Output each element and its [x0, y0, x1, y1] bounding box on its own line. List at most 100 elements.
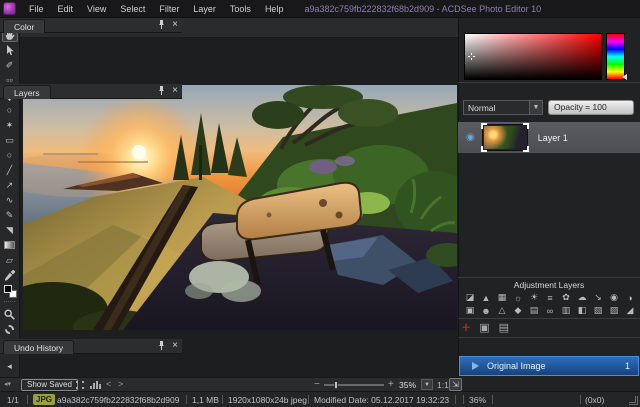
add-layer-button[interactable]: + — [462, 320, 470, 334]
adjustment-layers-title: Adjustment Layers — [513, 280, 585, 290]
adjustment-blur-icon[interactable]: ◆ — [510, 304, 526, 317]
zoom-percent[interactable]: 35% — [399, 380, 416, 390]
arrow-tool[interactable]: ↗ — [2, 178, 18, 192]
menu-view[interactable]: View — [80, 2, 113, 16]
pencil-tool[interactable]: ✎ — [2, 208, 18, 222]
adjustment-split-tone-icon[interactable]: ◑ — [622, 291, 638, 304]
tab-layers[interactable]: Layers — [3, 85, 51, 99]
adjustment-color-eq-icon[interactable]: ≡ — [542, 291, 558, 304]
eyedropper-tool[interactable] — [2, 268, 18, 282]
menu-layer[interactable]: Layer — [186, 2, 223, 16]
color-swatches[interactable] — [2, 283, 18, 299]
menu-file[interactable]: File — [22, 2, 51, 16]
magic-wand-tool[interactable]: ✶ — [2, 118, 18, 132]
adjustment-sharpen-icon[interactable]: △ — [494, 304, 510, 317]
undo-panel-header: Undo History × — [0, 339, 182, 354]
zoom-slider[interactable] — [324, 381, 384, 389]
collapse-arrows-2[interactable]: ◂ — [2, 359, 18, 373]
adjustment-detail-icon[interactable]: ▥ — [558, 304, 574, 317]
pin-icon[interactable] — [158, 86, 165, 96]
menu-help[interactable]: Help — [258, 2, 291, 16]
adjustment-white-balance-icon[interactable]: ☼ — [510, 291, 526, 304]
close-icon[interactable]: × — [172, 341, 178, 351]
camera-icon[interactable]: ▤ — [499, 321, 509, 334]
fit-image-button[interactable]: ⇲ — [449, 378, 462, 391]
adjustment-icon-row-2: ▣ ☻ △ ◆ ▤ ∞ ▥ ◧ ▧ ▨ ◢ — [462, 304, 638, 317]
pin-icon[interactable] — [158, 20, 165, 30]
color-cursor — [468, 53, 475, 60]
pin-icon[interactable] — [158, 341, 165, 351]
menu-edit[interactable]: Edit — [51, 2, 81, 16]
tab-undo-history[interactable]: Undo History — [3, 340, 75, 354]
adjustment-light-eq-icon[interactable]: ☀ — [526, 291, 542, 304]
zoom-dropdown-button[interactable]: ▼ — [421, 379, 433, 390]
adjustment-curves-icon[interactable]: ▦ — [494, 291, 510, 304]
collapse-arrows-icon[interactable]: ◂▾ — [4, 380, 11, 388]
window-title: a9a382c759fb222832f68b2d909 - ACDSee Pho… — [304, 3, 542, 14]
zoom-slider-thumb[interactable] — [334, 381, 338, 389]
chevron-down-icon[interactable]: ▼ — [529, 101, 542, 114]
adjustment-grain-icon[interactable]: ▤ — [526, 304, 542, 317]
adjustment-exposure-icon[interactable]: ◪ — [462, 291, 478, 304]
adjustment-texture-icon[interactable]: ▨ — [606, 304, 622, 317]
status-bar: 1/1 JPG a9a382c759fb222832f68b2d909 1,1 … — [0, 391, 640, 407]
adjustment-vintage-icon[interactable]: ▣ — [462, 304, 478, 317]
selection-pencil-tool[interactable]: ✐ — [2, 58, 18, 72]
resize-grip[interactable] — [629, 396, 638, 405]
adjustment-portrait-icon[interactable]: ☻ — [478, 304, 494, 317]
menu-select[interactable]: Select — [113, 2, 152, 16]
menu-filter[interactable]: Filter — [152, 2, 186, 16]
fullscreen-corners-icon[interactable] — [76, 381, 84, 389]
adjustment-photo-effect-icon[interactable]: ▧ — [590, 304, 606, 317]
adjustment-dodge-burn-icon[interactable]: ↘ — [590, 291, 606, 304]
brush-tool[interactable]: ◥ — [2, 223, 18, 237]
curve-tool[interactable]: ∿ — [2, 193, 18, 207]
status-modified-date: Modified Date: 05.12.2017 19:32:23 — [314, 395, 450, 405]
line-tool[interactable]: ╱ — [2, 163, 18, 177]
opacity-slider[interactable]: Opacity = 100 — [548, 100, 634, 115]
hue-strip[interactable] — [606, 33, 625, 80]
show-saved-button[interactable]: Show Saved — [21, 379, 78, 391]
eraser-tool[interactable]: ▱ — [2, 253, 18, 267]
adjustment-stereo-icon[interactable]: ∞ — [542, 304, 558, 317]
acdsee-photo-editor-window: File Edit View Select Filter Layer Tools… — [0, 0, 640, 407]
adjustment-color-balance-icon[interactable]: ✿ — [558, 291, 574, 304]
status-filesize: 1,1 MB — [192, 395, 219, 405]
close-icon[interactable]: × — [172, 20, 178, 30]
zoom-in-button[interactable]: + — [388, 379, 394, 390]
visibility-eye-icon[interactable]: ◉ — [466, 132, 475, 143]
previous-image-button[interactable]: < — [106, 379, 111, 389]
actual-size-button[interactable]: 1:1 — [437, 380, 449, 390]
close-icon[interactable]: × — [172, 86, 178, 96]
color-panel-header: Color × — [0, 18, 182, 33]
select-arrow-tool[interactable] — [2, 43, 18, 57]
adjustment-histogram-icon[interactable]: ◢ — [622, 304, 638, 317]
gradient-tool[interactable] — [2, 238, 18, 252]
settings-gear[interactable] — [2, 322, 18, 336]
rectangle-tool[interactable]: ▭ — [2, 133, 18, 147]
undo-item-label: Original Image — [487, 361, 546, 371]
menu-tools[interactable]: Tools — [223, 2, 258, 16]
zoom-out-button[interactable]: − — [314, 379, 320, 390]
next-image-button[interactable]: > — [118, 379, 123, 389]
panel-divider — [458, 318, 640, 319]
status-filename: a9a382c759fb222832f68b2d909 — [57, 395, 180, 405]
histogram-icon[interactable] — [90, 381, 101, 389]
adjustment-vibrance-icon[interactable]: ☁ — [574, 291, 590, 304]
app-icon[interactable] — [3, 2, 16, 15]
layer-row[interactable]: ◉ Layer 1 — [458, 122, 640, 153]
tab-color[interactable]: Color — [3, 19, 46, 33]
duplicate-layer-icon[interactable]: ▣ — [479, 321, 489, 334]
blend-mode-select[interactable]: Normal ▼ — [463, 100, 543, 115]
layer-thumbnail — [480, 123, 529, 152]
undo-history-item[interactable]: Original Image 1 — [459, 356, 639, 376]
adjustment-red-eye-icon[interactable]: ◉ — [606, 291, 622, 304]
lasso-tool[interactable]: ○ — [2, 103, 18, 117]
zoom-navigator-tool[interactable] — [2, 307, 18, 321]
color-saturation-field[interactable] — [464, 33, 602, 80]
photo-canvas[interactable] — [23, 85, 457, 330]
panel-divider — [458, 277, 640, 278]
adjustment-levels-icon[interactable]: ▲ — [478, 291, 494, 304]
adjustment-gradient-map-icon[interactable]: ◧ — [574, 304, 590, 317]
ellipse-tool[interactable]: ○ — [2, 148, 18, 162]
